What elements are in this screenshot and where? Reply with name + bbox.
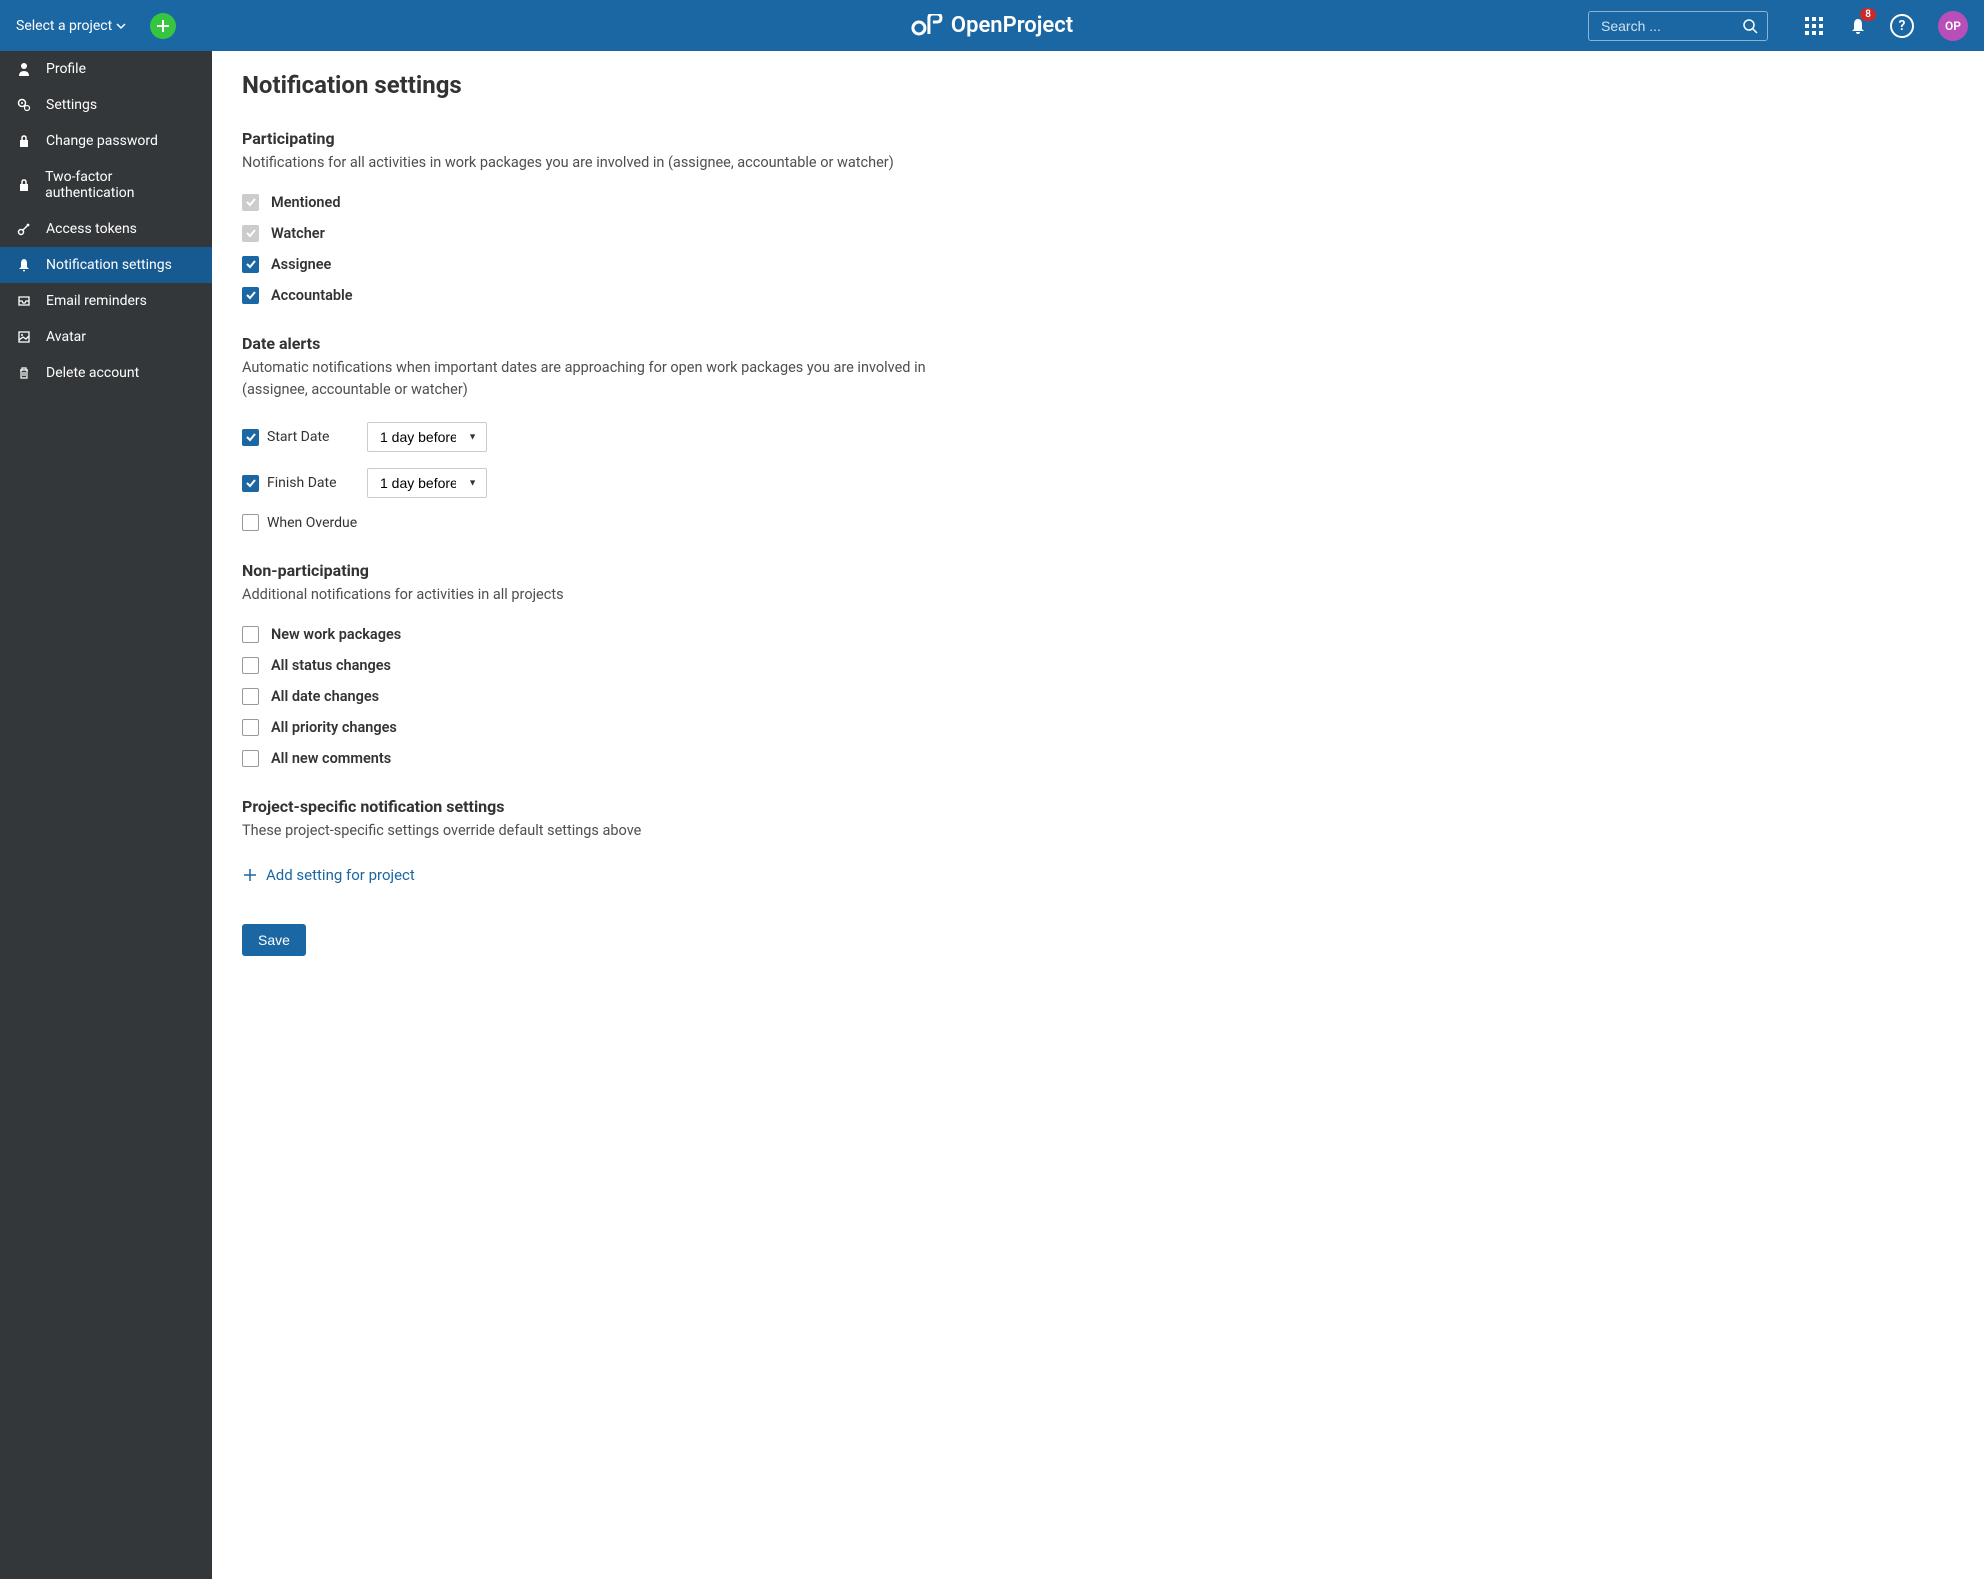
sidebar-item-two-factor[interactable]: Two-factor authentication (0, 159, 212, 211)
notifications-button[interactable]: 8 (1846, 14, 1870, 38)
sidebar-item-email-reminders[interactable]: Email reminders (0, 283, 212, 319)
sidebar-item-label: Notification settings (46, 257, 172, 273)
sidebar-item-settings[interactable]: Settings (0, 87, 212, 123)
help-button[interactable]: ? (1890, 14, 1914, 38)
trash-icon (14, 366, 34, 380)
add-setting-for-project-link[interactable]: Add setting for project (242, 866, 1954, 884)
finish-date-select[interactable]: 1 day before (367, 468, 487, 498)
notification-count-badge: 8 (1860, 8, 1876, 21)
search-icon (1742, 18, 1758, 34)
accountable-checkbox[interactable] (242, 287, 259, 304)
when-overdue-checkbox[interactable] (242, 514, 259, 531)
project-select-dropdown[interactable]: Select a project (16, 18, 126, 34)
assignee-label: Assignee (271, 256, 331, 273)
comments-label: All new comments (271, 750, 391, 767)
start-date-checkbox[interactable] (242, 429, 259, 446)
sidebar-item-label: Email reminders (46, 293, 147, 309)
sidebar-item-label: Two-factor authentication (45, 169, 198, 201)
key-icon (14, 222, 34, 236)
search-input[interactable] (1588, 11, 1768, 41)
mentioned-checkbox (242, 194, 259, 211)
sidebar-item-label: Avatar (46, 329, 86, 345)
lock-icon (14, 178, 33, 192)
project-select-label: Select a project (16, 18, 112, 34)
start-date-select[interactable]: 1 day before (367, 422, 487, 452)
sidebar-item-delete-account[interactable]: Delete account (0, 355, 212, 391)
gears-icon (14, 98, 34, 112)
openproject-logo-icon (911, 14, 945, 38)
finish-date-label: Finish Date (267, 475, 367, 491)
accountable-label: Accountable (271, 287, 353, 304)
project-specific-desc: These project-specific settings override… (242, 820, 962, 842)
chevron-down-icon (116, 21, 126, 31)
watcher-label: Watcher (271, 225, 325, 242)
new-work-packages-checkbox[interactable] (242, 626, 259, 643)
all-new-comments-checkbox[interactable] (242, 750, 259, 767)
date-alerts-heading: Date alerts (242, 334, 1954, 353)
save-button[interactable]: Save (242, 924, 306, 956)
add-button[interactable] (150, 13, 176, 39)
date-label: All date changes (271, 688, 379, 705)
sidebar-item-label: Delete account (46, 365, 139, 381)
non-participating-desc: Additional notifications for activities … (242, 584, 962, 606)
sidebar-item-change-password[interactable]: Change password (0, 123, 212, 159)
when-overdue-label: When Overdue (267, 515, 357, 531)
sidebar-item-label: Change password (46, 133, 158, 149)
start-date-label: Start Date (267, 429, 367, 445)
sidebar-item-access-tokens[interactable]: Access tokens (0, 211, 212, 247)
project-specific-heading: Project-specific notification settings (242, 797, 1954, 816)
non-participating-heading: Non-participating (242, 561, 1954, 580)
date-alerts-desc: Automatic notifications when important d… (242, 357, 962, 401)
all-date-changes-checkbox[interactable] (242, 688, 259, 705)
image-icon (14, 330, 34, 344)
modules-icon[interactable] (1802, 14, 1826, 38)
sidebar-item-avatar[interactable]: Avatar (0, 319, 212, 355)
brand-name: OpenProject (951, 13, 1073, 38)
new-wp-label: New work packages (271, 626, 401, 643)
participating-heading: Participating (242, 129, 1954, 148)
inbox-icon (14, 294, 34, 308)
top-header: Select a project OpenProject 8 ? OP (0, 0, 1984, 51)
participating-desc: Notifications for all activities in work… (242, 152, 962, 174)
all-status-changes-checkbox[interactable] (242, 657, 259, 674)
mentioned-label: Mentioned (271, 194, 341, 211)
bell-icon (14, 258, 34, 272)
brand-logo: OpenProject (911, 13, 1073, 38)
add-link-label: Add setting for project (266, 866, 415, 884)
search-wrap (1588, 11, 1768, 41)
priority-label: All priority changes (271, 719, 397, 736)
avatar[interactable]: OP (1938, 11, 1968, 41)
sidebar-item-label: Profile (46, 61, 86, 77)
grid-icon (1805, 17, 1823, 35)
sidebar-item-label: Access tokens (46, 221, 137, 237)
assignee-checkbox[interactable] (242, 256, 259, 273)
plus-icon (156, 19, 170, 33)
sidebar-item-notification-settings[interactable]: Notification settings (0, 247, 212, 283)
watcher-checkbox (242, 225, 259, 242)
sidebar-item-label: Settings (46, 97, 97, 113)
page-title: Notification settings (242, 71, 1954, 99)
sidebar-item-profile[interactable]: Profile (0, 51, 212, 87)
person-icon (14, 62, 34, 76)
lock-icon (14, 134, 34, 148)
sidebar: Profile Settings Change password Two-fac… (0, 51, 212, 1579)
finish-date-checkbox[interactable] (242, 475, 259, 492)
all-priority-changes-checkbox[interactable] (242, 719, 259, 736)
help-icon: ? (1890, 14, 1914, 38)
status-label: All status changes (271, 657, 391, 674)
plus-icon (242, 867, 258, 883)
main-content: Notification settings Participating Noti… (212, 51, 1984, 1579)
